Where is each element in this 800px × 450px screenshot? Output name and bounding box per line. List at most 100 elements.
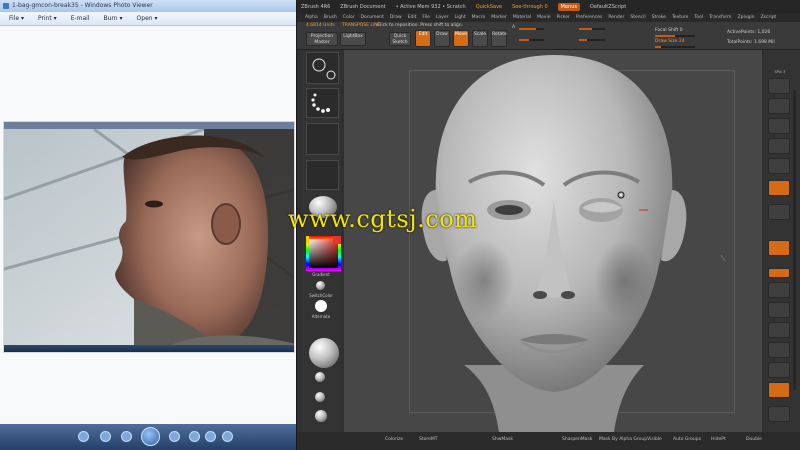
menu-marker[interactable]: Marker <box>491 15 507 20</box>
local-symmetry-button[interactable] <box>768 240 790 256</box>
menu-texture[interactable]: Texture <box>672 15 688 20</box>
rgb-intensity-slider[interactable] <box>519 39 544 41</box>
actual-size-icon[interactable] <box>100 431 111 442</box>
slideshow-play-button[interactable] <box>141 427 160 446</box>
menu-file-zb[interactable]: File <box>422 15 430 20</box>
scale-view-button[interactable] <box>768 322 790 338</box>
mask-by-alpha-groupvisible-button[interactable]: Mask By Alpha GroupVisible <box>599 437 662 442</box>
rotate-cw-icon[interactable] <box>205 431 216 442</box>
double-toggle[interactable]: Double <box>746 437 762 442</box>
gradient-label[interactable]: Gradient <box>299 272 343 277</box>
menu-open[interactable]: Open ▾ <box>137 15 158 22</box>
alternate-swatch-icon[interactable] <box>315 300 327 312</box>
menus-toggle[interactable]: Menus <box>557 2 580 11</box>
frame-button[interactable] <box>768 282 790 298</box>
menu-zscript[interactable]: Zscript <box>761 15 777 20</box>
menu-layer[interactable]: Layer <box>436 15 449 20</box>
right-shelf-scrollbar[interactable] <box>793 90 796 390</box>
menu-edit[interactable]: Edit <box>408 15 417 20</box>
menu-macro[interactable]: Macro <box>472 15 486 20</box>
bpr-button[interactable] <box>768 78 790 94</box>
actual-button[interactable] <box>768 138 790 154</box>
rotate-ccw-icon[interactable] <box>189 431 200 442</box>
scale-mode-button[interactable]: Scale <box>472 30 488 47</box>
menu-tool[interactable]: Tool <box>694 15 703 20</box>
store-mt-button[interactable]: StoreMT <box>419 437 438 442</box>
head-sculpt-model[interactable] <box>344 50 762 432</box>
menu-light[interactable]: Light <box>454 15 465 20</box>
menu-file[interactable]: File ▾ <box>9 15 24 22</box>
polyframe-button[interactable] <box>768 362 790 378</box>
photo-viewer-title-bar[interactable]: 1-bag-gmcon-break35 - Windows Photo View… <box>0 0 296 12</box>
z-intensity-secondary-slider[interactable] <box>579 39 605 41</box>
alternate-label[interactable]: Alternate <box>299 314 343 319</box>
switch-color-label[interactable]: SwitchColor <box>299 293 343 298</box>
trim-dynamic-brush-icon[interactable] <box>315 410 327 422</box>
colorize-toggle[interactable]: Colorize <box>385 437 403 442</box>
standard-brush-sphere-icon[interactable] <box>309 338 339 368</box>
sharpen-mask-button[interactable]: SharpenMask <box>562 437 592 442</box>
rotate-mode-button[interactable]: Rotate <box>491 30 507 47</box>
zoom-button[interactable] <box>768 118 790 134</box>
projection-master-button[interactable]: Projection Master <box>306 32 338 46</box>
move-view-button[interactable] <box>768 302 790 318</box>
z-intensity-slider[interactable] <box>579 28 605 30</box>
color-picker[interactable] <box>306 236 341 271</box>
move-mode-button[interactable]: Move <box>453 30 469 47</box>
draw-mode-button[interactable]: Draw <box>434 30 450 47</box>
menu-picker[interactable]: Picker <box>556 15 569 20</box>
stroke-selector-tile[interactable] <box>306 88 339 118</box>
default-zscript-button[interactable]: DefaultZScript <box>590 4 626 10</box>
menu-stroke[interactable]: Stroke <box>652 15 666 20</box>
menu-color[interactable]: Color <box>343 15 355 20</box>
next-icon[interactable] <box>169 431 180 442</box>
menu-burn[interactable]: Burn ▾ <box>104 15 123 22</box>
aahalf-button[interactable] <box>768 158 790 174</box>
menu-render[interactable]: Render <box>608 15 624 20</box>
menu-brush[interactable]: Brush <box>324 15 337 20</box>
transp-button[interactable] <box>768 382 790 398</box>
auto-groups-button[interactable]: Auto Groups <box>673 437 701 442</box>
menu-preferences[interactable]: Preferences <box>576 15 602 20</box>
menu-draw[interactable]: Draw <box>390 15 402 20</box>
quicksave-button[interactable]: QuickSave <box>476 4 502 10</box>
quick-sketch-button[interactable]: Quick Sketch <box>389 32 411 46</box>
menu-zplugin[interactable]: Zplugin <box>738 15 755 20</box>
texture-selector-tile[interactable] <box>306 160 339 190</box>
floor-button[interactable] <box>768 204 790 220</box>
switch-color-swatch-icon[interactable] <box>316 281 325 290</box>
menu-movie[interactable]: Movie <box>537 15 550 20</box>
intensity-slider[interactable] <box>519 28 544 30</box>
solo-button[interactable] <box>768 406 790 422</box>
draw-size-track[interactable] <box>655 46 695 48</box>
delete-icon[interactable] <box>222 431 233 442</box>
zbrush-title-bar: ZBrush 4R6 ZBrush Document • Active Mem … <box>297 0 800 13</box>
focal-shift-track[interactable] <box>655 35 695 37</box>
menu-alpha[interactable]: Alpha <box>305 15 318 20</box>
see-through-slider[interactable]: See-through 0 <box>512 4 548 10</box>
zoom-icon[interactable] <box>78 431 89 442</box>
hide-pt-button[interactable]: HidePt <box>711 437 726 442</box>
edit-mode-button[interactable]: Edit <box>415 30 431 47</box>
persp-button[interactable] <box>768 180 790 196</box>
menu-document[interactable]: Document <box>361 15 384 20</box>
draw-size-slider[interactable]: Draw Size 24 <box>655 39 685 44</box>
xyz-button[interactable] <box>768 268 790 278</box>
move-brush-icon[interactable] <box>315 392 325 402</box>
show-mask-toggle[interactable]: ShwMask <box>492 437 513 442</box>
focal-shift-slider[interactable]: Focal Shift 0 <box>655 28 683 33</box>
menu-print[interactable]: Print ▾ <box>38 15 57 22</box>
lightbox-button[interactable]: LightBox <box>340 32 366 46</box>
scroll-button[interactable] <box>768 98 790 114</box>
menu-stencil[interactable]: Stencil <box>630 15 645 20</box>
menu-material[interactable]: Material <box>513 15 531 20</box>
alpha-selector-tile[interactable] <box>306 123 339 155</box>
menu-transform[interactable]: Transform <box>709 15 731 20</box>
menu-email[interactable]: E-mail <box>71 15 90 22</box>
previous-icon[interactable] <box>121 431 132 442</box>
brush-selector-tile[interactable] <box>306 52 339 84</box>
watermark-text: www.cgtsj.com <box>288 205 478 233</box>
zbrush-canvas-viewport[interactable] <box>344 50 762 432</box>
rotate-view-button[interactable] <box>768 342 790 358</box>
clay-brush-icon[interactable] <box>315 372 325 382</box>
